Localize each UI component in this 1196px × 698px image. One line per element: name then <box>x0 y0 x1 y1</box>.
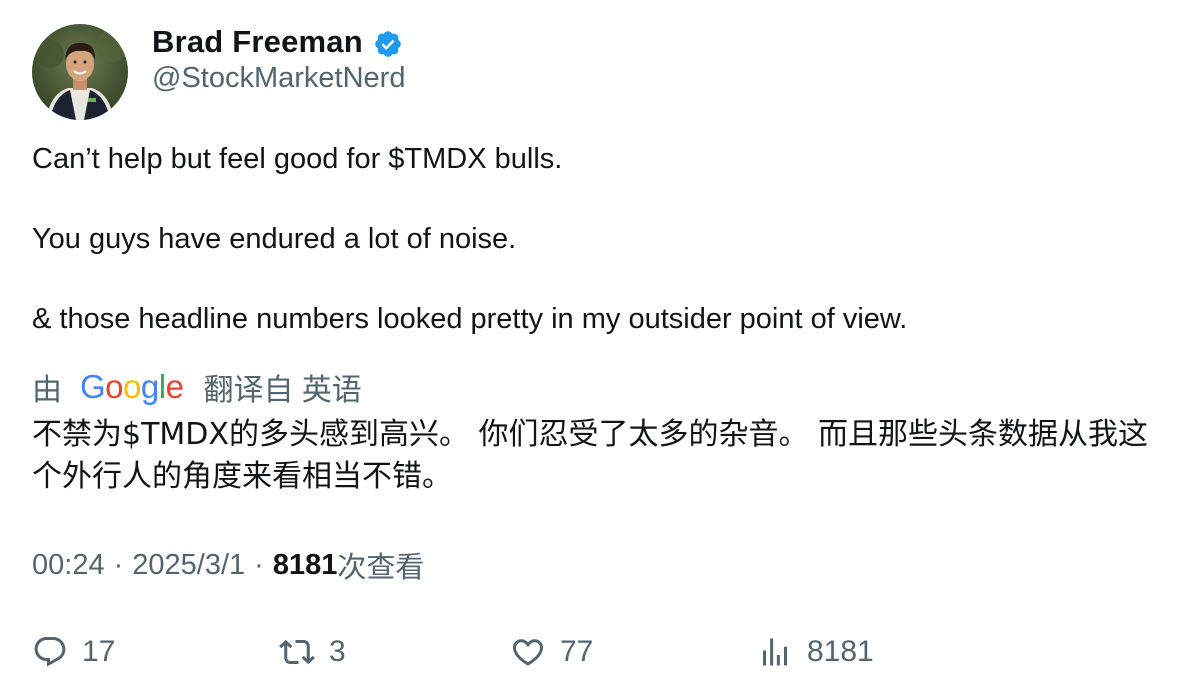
avatar-image <box>32 24 128 120</box>
reply-button[interactable]: 17 <box>32 630 115 674</box>
views-button[interactable]: 8181 <box>757 630 874 674</box>
google-logo-letter: o <box>123 368 141 405</box>
tweet-text-line: You guys have endured a lot of noise. <box>32 223 517 255</box>
like-button[interactable]: 77 <box>510 630 593 674</box>
tweet-time[interactable]: 00:24 <box>32 549 105 582</box>
tweet-text-line: Can’t help but feel good for $TMDX bulls… <box>32 143 563 175</box>
tweet-date[interactable]: 2025/3/1 <box>132 549 245 582</box>
reply-icon <box>32 634 68 670</box>
translated-text: 不禁为$TMDX的多头感到高兴。 你们忍受了太多的杂音。 而且那些头条数据从我这… <box>32 417 1149 494</box>
google-logo-letter: g <box>140 368 159 405</box>
translation-suffix: 翻译自 英语 <box>203 374 362 407</box>
analytics-icon <box>757 634 793 670</box>
views-action-count: 8181 <box>807 635 874 668</box>
meta-separator: · <box>113 548 124 581</box>
google-logo-letter: e <box>165 368 184 405</box>
heart-icon <box>510 634 546 670</box>
author-handle[interactable]: @StockMarketNerd <box>152 62 405 95</box>
retweet-button[interactable]: 3 <box>279 630 346 674</box>
tweet-meta: 00:24 · 2025/3/1 · 8181 次查看 <box>32 544 424 586</box>
avatar[interactable] <box>32 24 128 120</box>
meta-separator: · <box>254 548 264 581</box>
translation-attribution[interactable]: 由 Google 翻译自 英语 <box>32 366 362 408</box>
author-display-name[interactable]: Brad Freeman <box>152 24 363 60</box>
tweet-card: Brad Freeman @StockMarketNerd Can’t help… <box>0 0 1196 698</box>
retweet-count: 3 <box>329 635 346 668</box>
verified-badge-icon <box>373 29 403 59</box>
tweet-text-line: & those headline numbers looked pretty i… <box>32 303 908 335</box>
google-logo-letter: l <box>158 368 166 405</box>
views-label: 次查看 <box>337 552 425 584</box>
author-name-row: Brad Freeman <box>152 22 403 62</box>
google-logo: Google <box>80 368 184 406</box>
like-count: 77 <box>560 635 594 668</box>
views-count: 8181 <box>272 548 338 581</box>
google-logo-letter: o <box>105 368 124 405</box>
translation-prefix: 由 <box>32 374 62 407</box>
google-logo-letter: G <box>80 368 106 405</box>
reply-count: 17 <box>82 635 116 668</box>
retweet-icon <box>279 634 315 670</box>
